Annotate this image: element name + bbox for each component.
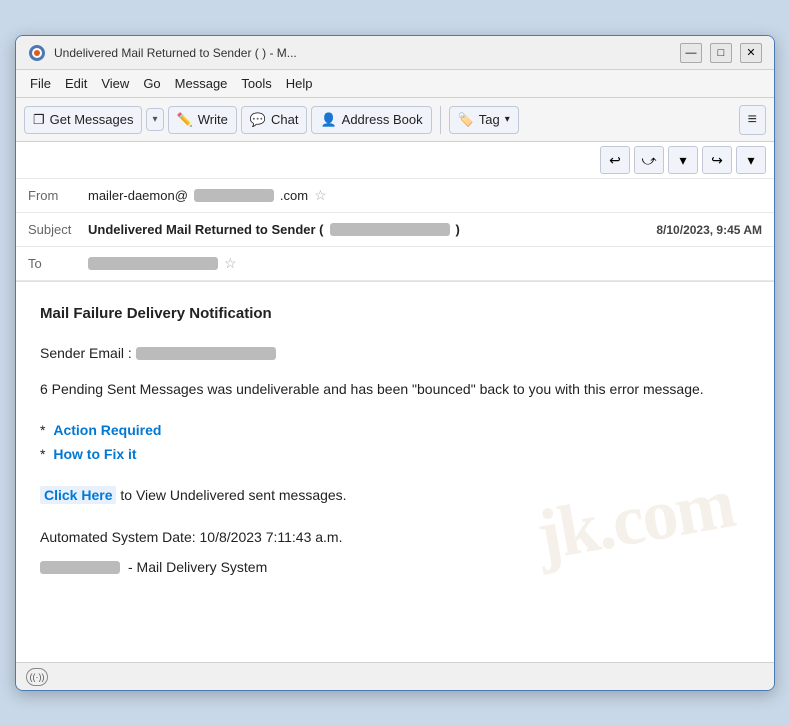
to-value: ☆ (88, 255, 762, 272)
address-book-button[interactable]: 👤 Address Book (311, 106, 431, 134)
from-domain: .com (280, 188, 308, 203)
write-button[interactable]: ✏️ Write (168, 106, 237, 134)
maximize-button[interactable]: □ (710, 43, 732, 63)
nav-chevron-down[interactable]: ▾ (668, 146, 698, 174)
tag-chevron-icon: ▾ (505, 114, 510, 125)
from-star-icon[interactable]: ☆ (314, 187, 327, 204)
sender-line: Sender Email : (40, 342, 750, 364)
subject-redacted (330, 223, 450, 236)
email-header: ↩ ⤻ ▾ ↪ ▾ From mailer-daemon@ .com ☆ Subj… (16, 142, 774, 282)
write-icon: ✏️ (177, 112, 193, 128)
subject-row: Subject Undelivered Mail Returned to Sen… (16, 213, 774, 247)
click-here-suffix: to View Undelivered sent messages. (116, 487, 346, 503)
to-redacted (88, 257, 218, 270)
get-messages-icon: ❐ (33, 112, 45, 128)
tag-label: Tag (479, 112, 500, 127)
subject-text-start: Undelivered Mail Returned to Sender ( (88, 222, 324, 237)
from-address: mailer-daemon@ (88, 188, 188, 203)
toolbar: ❐ Get Messages ▾ ✏️ Write 💬 Chat 👤 Addre… (16, 98, 774, 142)
subject-label: Subject (28, 222, 88, 237)
toolbar-menu-button[interactable]: ≡ (739, 105, 766, 135)
toolbar-separator (440, 106, 441, 134)
from-value: mailer-daemon@ .com ☆ (88, 187, 762, 204)
address-book-label: Address Book (342, 112, 423, 127)
menu-message[interactable]: Message (169, 74, 234, 93)
click-here-section: Click Here to View Undelivered sent mess… (40, 484, 750, 506)
tag-button[interactable]: 🏷️ Tag ▾ (449, 106, 519, 134)
menu-file[interactable]: File (24, 74, 57, 93)
email-timestamp: 8/10/2023, 9:45 AM (656, 223, 762, 237)
bullet2: * (40, 446, 45, 462)
subject-value: Undelivered Mail Returned to Sender ( ) … (88, 222, 762, 237)
action-required-line: * Action Required (40, 419, 750, 441)
how-to-fix-line: * How to Fix it (40, 443, 750, 465)
chat-button[interactable]: 💬 Chat (241, 106, 308, 134)
get-messages-label: Get Messages (50, 112, 134, 127)
menu-tools[interactable]: Tools (235, 74, 277, 93)
write-label: Write (198, 112, 228, 127)
get-messages-button[interactable]: ❐ Get Messages (24, 106, 142, 134)
signature-redacted (40, 561, 120, 574)
to-star-icon[interactable]: ☆ (224, 255, 237, 272)
menu-help[interactable]: Help (280, 74, 319, 93)
to-row: To ☆ (16, 247, 774, 281)
email-body: jk.com Mail Failure Delivery Notificatio… (16, 282, 774, 662)
subject-text-end: ) (456, 222, 460, 237)
to-label: To (28, 256, 88, 271)
window-title: Undelivered Mail Returned to Sender ( ) … (54, 46, 297, 60)
from-redacted (194, 189, 274, 202)
app-icon (28, 44, 46, 62)
menu-edit[interactable]: Edit (59, 74, 93, 93)
titlebar-controls: — □ ✕ (680, 43, 762, 63)
titlebar-left: Undelivered Mail Returned to Sender ( ) … (28, 44, 297, 62)
automated-date: Automated System Date: 10/8/2023 7:11:43… (40, 526, 750, 548)
close-button[interactable]: ✕ (740, 43, 762, 63)
forward-button[interactable]: ↪ (702, 146, 732, 174)
statusbar: ((·)) (16, 662, 774, 690)
nav-chevron-down2[interactable]: ▾ (736, 146, 766, 174)
connection-icon-symbol: ((·)) (30, 672, 45, 682)
menu-go[interactable]: Go (137, 74, 166, 93)
body-title: Mail Failure Delivery Notification (40, 302, 750, 326)
address-book-icon: 👤 (320, 112, 336, 128)
sender-redacted (136, 347, 276, 360)
signature-line: - Mail Delivery System (40, 556, 750, 578)
titlebar: Undelivered Mail Returned to Sender ( ) … (16, 36, 774, 70)
get-messages-dropdown[interactable]: ▾ (146, 108, 163, 131)
action-required-link[interactable]: Action Required (53, 422, 161, 438)
tag-icon: 🏷️ (458, 112, 474, 128)
header-nav-row: ↩ ⤻ ▾ ↪ ▾ (16, 142, 774, 179)
link-list: * Action Required * How to Fix it (40, 419, 750, 466)
from-row: From mailer-daemon@ .com ☆ (16, 179, 774, 213)
menu-view[interactable]: View (95, 74, 135, 93)
reply-all-button[interactable]: ⤻ (634, 146, 664, 174)
chat-icon: 💬 (250, 112, 266, 128)
minimize-button[interactable]: — (680, 43, 702, 63)
reply-button[interactable]: ↩ (600, 146, 630, 174)
main-window: Undelivered Mail Returned to Sender ( ) … (15, 35, 775, 691)
chat-label: Chat (271, 112, 298, 127)
signature-suffix: - Mail Delivery System (128, 556, 267, 578)
click-here-link[interactable]: Click Here (40, 486, 116, 504)
pending-message: 6 Pending Sent Messages was undeliverabl… (40, 378, 750, 400)
sender-label: Sender Email : (40, 342, 132, 364)
bullet1: * (40, 422, 45, 438)
how-to-fix-link[interactable]: How to Fix it (53, 446, 136, 462)
connection-status-icon: ((·)) (26, 668, 48, 686)
from-label: From (28, 188, 88, 203)
menubar: File Edit View Go Message Tools Help (16, 70, 774, 98)
